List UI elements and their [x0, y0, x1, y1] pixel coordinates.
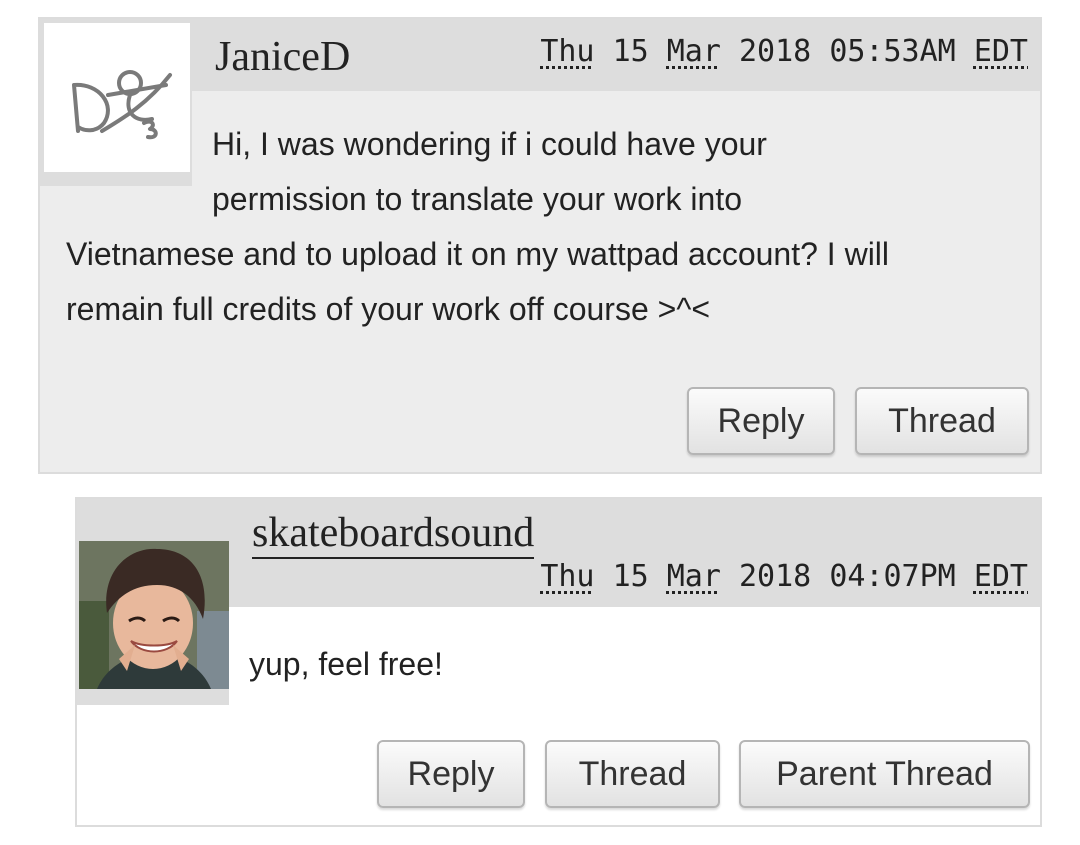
- date-year: 2018: [739, 559, 812, 594]
- comment-timestamp: Thu 15 Mar 2018 05:53AM EDT: [540, 34, 1028, 69]
- reply-button[interactable]: Reply: [377, 740, 525, 808]
- comment-janiced: JaniceD Thu 15 Mar 2018 05:53AM EDT Hi, …: [38, 17, 1042, 474]
- date-timezone: EDT: [973, 559, 1028, 594]
- comment-body-line: Vietnamese and to upload it on my wattpa…: [66, 236, 890, 272]
- date-time: 05:53AM: [829, 34, 956, 69]
- parent-thread-button[interactable]: Parent Thread: [739, 740, 1030, 808]
- date-time: 04:07PM: [829, 559, 956, 594]
- comment-body: yup, feel free!: [249, 646, 443, 682]
- comment-timestamp: Thu 15 Mar 2018 04:07PM EDT: [540, 559, 1028, 594]
- date-daynum: 15: [612, 34, 649, 69]
- comment-body-line: remain full credits of your work off cou…: [66, 291, 711, 327]
- avatar-frame: [77, 539, 229, 705]
- date-month: Mar: [666, 559, 721, 594]
- date-day: Thu: [540, 559, 595, 594]
- comment-skateboardsound: skateboardsound Thu 15 Mar 2018 04:07PM …: [75, 497, 1042, 827]
- username-link[interactable]: skateboardsound: [252, 509, 535, 559]
- comment-body-line: permission to translate your work into: [212, 181, 742, 217]
- user-photo: [79, 541, 229, 689]
- username[interactable]: JaniceD: [215, 33, 350, 81]
- comment-body: Hi, I was wondering if i could have your…: [66, 117, 1026, 337]
- avatar[interactable]: [79, 541, 229, 689]
- reply-button[interactable]: Reply: [687, 387, 835, 455]
- date-daynum: 15: [612, 559, 649, 594]
- date-year: 2018: [739, 34, 812, 69]
- comment-body-line: Hi, I was wondering if i could have your: [212, 126, 767, 162]
- date-month: Mar: [666, 34, 721, 69]
- date-timezone: EDT: [973, 34, 1028, 69]
- date-day: Thu: [540, 34, 595, 69]
- thread-button[interactable]: Thread: [855, 387, 1029, 455]
- thread-button[interactable]: Thread: [545, 740, 720, 808]
